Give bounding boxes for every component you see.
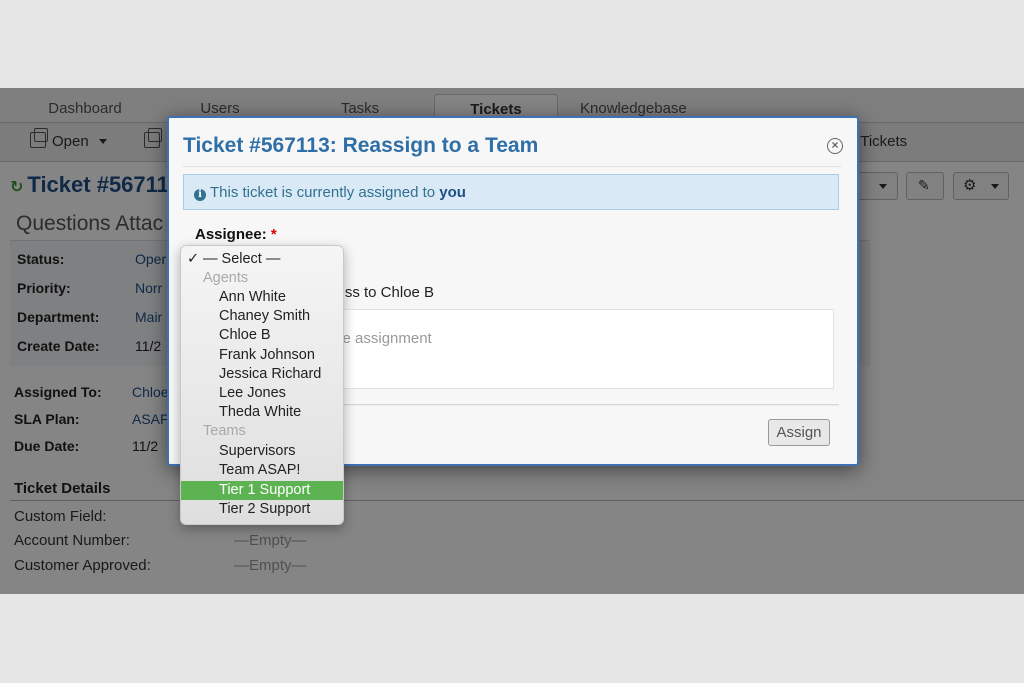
option-agent[interactable]: Frank Johnson xyxy=(181,346,343,365)
option-label: Ann White xyxy=(219,289,286,305)
option-label: Lee Jones xyxy=(219,385,286,401)
option-agent[interactable]: Lee Jones xyxy=(181,384,343,403)
assignee-select-dropdown[interactable]: ✓ — Select — Agents Ann White Chaney Smit… xyxy=(180,245,344,525)
option-select[interactable]: ✓ — Select — xyxy=(181,250,343,269)
divider xyxy=(329,404,839,406)
divider xyxy=(183,166,841,168)
checkmark-icon: ✓ xyxy=(187,251,200,267)
access-note: cess to Chloe B xyxy=(329,284,435,301)
option-label: Chloe B xyxy=(219,327,271,343)
alert-assignee: you xyxy=(439,184,466,201)
assign-button[interactable]: Assign xyxy=(768,419,830,446)
option-agent[interactable]: Ann White xyxy=(181,288,343,307)
option-label: Supervisors xyxy=(219,443,296,459)
option-team-highlighted[interactable]: Tier 1 Support xyxy=(181,481,343,500)
option-label: Team ASAP! xyxy=(219,462,301,478)
option-team[interactable]: Team ASAP! xyxy=(181,461,343,480)
option-label: Theda White xyxy=(219,404,302,420)
option-label: Jessica Richard xyxy=(219,366,322,382)
option-group-agents: Agents xyxy=(181,269,343,288)
option-team[interactable]: Supervisors xyxy=(181,442,343,461)
option-agent[interactable]: Theda White xyxy=(181,403,343,422)
assignee-label: Assignee: * xyxy=(195,226,277,243)
option-label: — Select — xyxy=(203,251,281,267)
option-group-teams: Teams xyxy=(181,422,343,441)
option-label: Chaney Smith xyxy=(219,308,311,324)
comment-textarea[interactable]: the assignment xyxy=(329,309,834,389)
option-team[interactable]: Tier 2 Support xyxy=(181,500,343,519)
alert-text: This ticket is currently assigned to xyxy=(210,184,436,201)
option-agent[interactable]: Jessica Richard xyxy=(181,365,343,384)
option-agent[interactable]: Chloe B xyxy=(181,326,343,345)
comment-placeholder: the assignment xyxy=(330,330,432,347)
info-alert: i This ticket is currently assigned to yo… xyxy=(183,174,839,210)
option-agent[interactable]: Chaney Smith xyxy=(181,307,343,326)
group-label: Teams xyxy=(203,423,246,439)
info-icon: i xyxy=(194,189,206,201)
option-label: Tier 1 Support xyxy=(219,482,311,498)
assignee-label-text: Assignee: xyxy=(195,226,267,243)
required-marker: * xyxy=(270,226,277,243)
group-label: Agents xyxy=(203,270,249,286)
option-label: Frank Johnson xyxy=(219,347,315,363)
close-icon[interactable]: × xyxy=(827,138,843,154)
option-label: Tier 2 Support xyxy=(219,501,311,517)
modal-title: Ticket #567113: Reassign to a Team xyxy=(183,134,539,157)
